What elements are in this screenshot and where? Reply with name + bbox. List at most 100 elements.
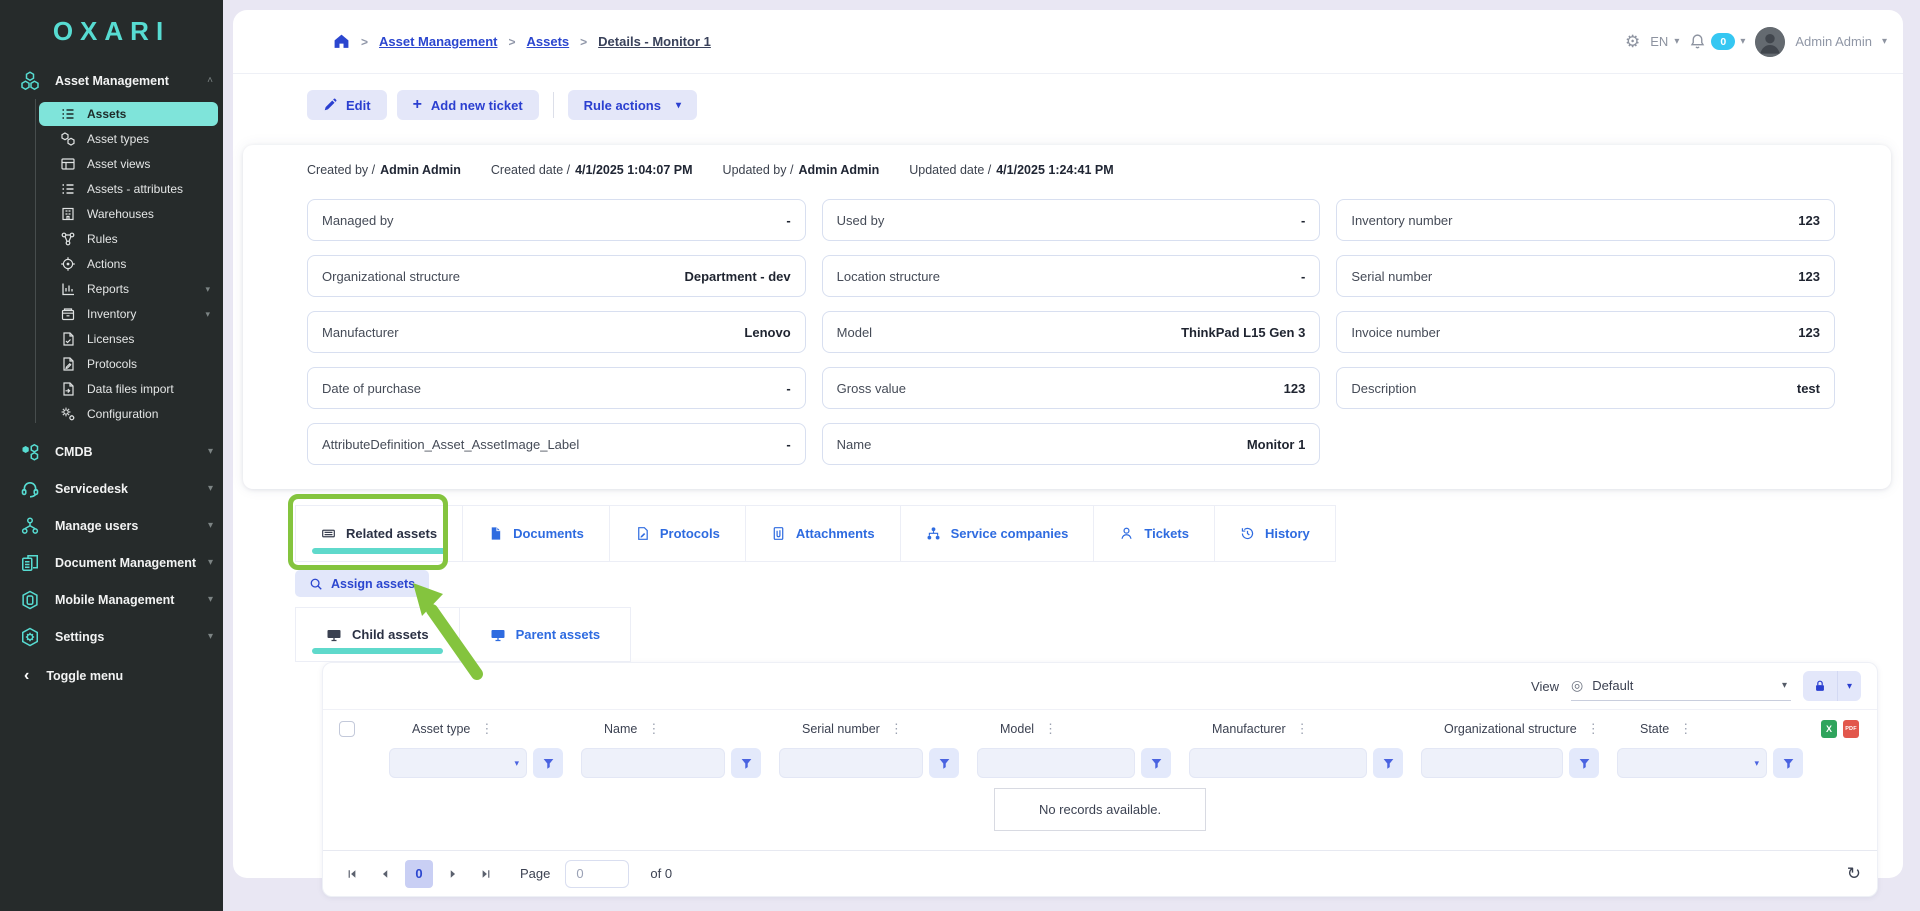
sidebar-item-rules[interactable]: Rules — [39, 227, 218, 251]
select-all-checkbox[interactable] — [339, 721, 355, 737]
field-asset-image: AttributeDefinition_Asset_AssetImage_Lab… — [307, 423, 806, 465]
sidebar-item-label: Protocols — [87, 357, 137, 371]
breadcrumb-current: Details - Monitor 1 — [598, 34, 711, 49]
avatar[interactable] — [1755, 27, 1785, 57]
current-page-button[interactable]: 0 — [405, 860, 433, 888]
filter-button-asset-type[interactable] — [533, 748, 563, 778]
filter-button-model[interactable] — [1141, 748, 1171, 778]
sidebar-group-label: Manage users — [55, 519, 208, 533]
sidebar-item-asset-types[interactable]: Asset types — [39, 127, 218, 151]
filter-input-state[interactable] — [1617, 748, 1767, 778]
related-assets-icon — [321, 526, 336, 541]
filter-button-state[interactable] — [1773, 748, 1803, 778]
home-icon[interactable] — [333, 33, 350, 50]
sidebar-group-mobile-management[interactable]: Mobile Management ▾ — [0, 581, 223, 618]
sidebar-item-assets-attributes[interactable]: Assets - attributes — [39, 177, 218, 201]
sidebar-item-licenses[interactable]: Licenses — [39, 327, 218, 351]
sidebar-item-configuration[interactable]: Configuration — [39, 402, 218, 426]
servicedesk-icon — [20, 479, 40, 499]
rule-actions-button[interactable]: Rule actions ▾ — [568, 90, 697, 120]
edit-button[interactable]: Edit — [307, 90, 387, 120]
field-gross-value: Gross value123 — [822, 367, 1321, 409]
page-number-input[interactable] — [565, 860, 629, 888]
column-menu-icon[interactable]: ⋮ — [480, 721, 494, 737]
table-filter-row: ▾ — [323, 740, 1877, 788]
refresh-icon[interactable]: ↻ — [1847, 864, 1861, 884]
gear-icon[interactable]: ⚙ — [1625, 32, 1640, 52]
filter-input-manufacturer[interactable] — [1189, 748, 1367, 778]
filter-input-model[interactable] — [977, 748, 1135, 778]
sidebar-group-servicedesk[interactable]: Servicedesk ▾ — [0, 470, 223, 507]
tab-label: Protocols — [660, 526, 720, 541]
page-of-label: of 0 — [650, 866, 672, 881]
filter-input-serial-number[interactable] — [779, 748, 923, 778]
sidebar-item-inventory[interactable]: Inventory ▾ — [39, 302, 218, 326]
column-menu-icon[interactable]: ⋮ — [1587, 721, 1601, 737]
tab-related-assets[interactable]: Related assets — [295, 505, 463, 562]
filter-button-serial-number[interactable] — [929, 748, 959, 778]
breadcrumb-link-asset-management[interactable]: Asset Management — [379, 34, 497, 49]
tab-service-companies[interactable]: Service companies — [901, 505, 1095, 562]
assign-assets-button[interactable]: Assign assets — [295, 570, 429, 597]
sidebar-item-label: Asset types — [87, 132, 149, 146]
sidebar-item-warehouses[interactable]: Warehouses — [39, 202, 218, 226]
export-excel-icon[interactable]: X — [1821, 720, 1837, 738]
column-menu-icon[interactable]: ⋮ — [890, 721, 904, 737]
chevron-down-icon: ▾ — [205, 284, 210, 295]
toggle-menu-button[interactable]: ‹ Toggle menu — [0, 657, 223, 694]
column-menu-icon[interactable]: ⋮ — [1679, 721, 1693, 737]
sidebar-item-reports[interactable]: Reports ▾ — [39, 277, 218, 301]
license-document-icon — [60, 331, 76, 347]
tab-attachments[interactable]: Attachments — [746, 505, 901, 562]
lock-view-button[interactable] — [1803, 671, 1837, 701]
updated-by-value: Admin Admin — [798, 163, 879, 177]
subtab-child-assets[interactable]: Child assets — [295, 607, 460, 662]
active-subtab-indicator — [312, 648, 443, 654]
sidebar-item-protocols[interactable]: Protocols — [39, 352, 218, 376]
sidebar-item-assets[interactable]: Assets — [39, 102, 218, 126]
last-page-button[interactable] — [473, 861, 499, 887]
sidebar-group-label: Servicedesk — [55, 482, 208, 496]
breadcrumb-link-assets[interactable]: Assets — [527, 34, 570, 49]
tab-documents[interactable]: Documents — [463, 505, 610, 562]
sidebar-item-asset-views[interactable]: Asset views — [39, 152, 218, 176]
sidebar-item-data-files-import[interactable]: Data files import — [39, 377, 218, 401]
add-new-ticket-button[interactable]: + Add new ticket — [397, 90, 539, 120]
chevron-down-icon: ▾ — [1882, 36, 1887, 47]
filter-button-name[interactable] — [731, 748, 761, 778]
export-pdf-icon[interactable]: PDF — [1843, 720, 1859, 738]
column-menu-icon[interactable]: ⋮ — [647, 721, 661, 737]
column-menu-icon[interactable]: ⋮ — [1044, 721, 1058, 737]
subtab-parent-assets[interactable]: Parent assets — [460, 607, 632, 662]
sidebar-group-manage-users[interactable]: Manage users ▾ — [0, 507, 223, 544]
view-select-value: Default — [1592, 678, 1633, 693]
first-page-button[interactable] — [339, 861, 365, 887]
user-name[interactable]: Admin Admin — [1795, 34, 1872, 49]
column-menu-icon[interactable]: ⋮ — [1296, 721, 1310, 737]
filter-input-organizational-structure[interactable] — [1421, 748, 1563, 778]
tab-history[interactable]: History — [1215, 505, 1336, 562]
tab-protocols[interactable]: Protocols — [610, 505, 746, 562]
tab-tickets[interactable]: Tickets — [1094, 505, 1215, 562]
notifications-button[interactable]: 0 ▾ — [1689, 33, 1745, 50]
filter-button-organizational-structure[interactable] — [1569, 748, 1599, 778]
chevron-down-icon: ▾ — [1740, 36, 1745, 47]
previous-page-button[interactable] — [372, 861, 398, 887]
view-select[interactable]: ◎ Default ▾ — [1571, 671, 1791, 701]
language-selector[interactable]: EN ▾ — [1650, 34, 1679, 49]
created-date-value: 4/1/2025 1:04:07 PM — [575, 163, 692, 177]
table-header-row: Asset type⋮ Name⋮ Serial number⋮ Model⋮ … — [323, 709, 1877, 740]
sidebar-group-document-management[interactable]: Document Management ▾ — [0, 544, 223, 581]
filter-input-asset-type[interactable] — [389, 748, 527, 778]
sidebar-group-settings[interactable]: Settings ▾ — [0, 618, 223, 655]
lock-options-button[interactable]: ▾ — [1837, 671, 1861, 701]
filter-button-manufacturer[interactable] — [1373, 748, 1403, 778]
sidebar-item-label: Rules — [87, 232, 118, 246]
tab-label: Attachments — [796, 526, 875, 541]
sidebar-item-actions[interactable]: Actions — [39, 252, 218, 276]
filter-input-name[interactable] — [581, 748, 725, 778]
sidebar-group-cmdb[interactable]: CMDB ▾ — [0, 433, 223, 470]
sidebar-group-asset-management[interactable]: Asset Management ˄ — [0, 62, 223, 99]
next-page-button[interactable] — [440, 861, 466, 887]
sidebar-item-label: Actions — [87, 257, 126, 271]
